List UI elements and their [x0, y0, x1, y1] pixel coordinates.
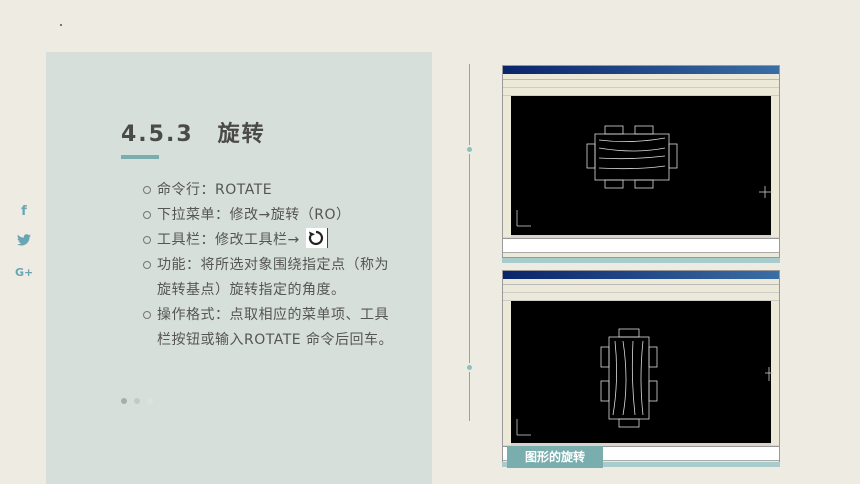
- timeline-dot: [465, 363, 474, 372]
- list-item: 功能：将所选对象围绕指定点（称为旋转基点）旋转指定的角度。: [143, 253, 403, 303]
- pager-dot-active[interactable]: [121, 398, 127, 404]
- page-title: 4.5.3 旋转: [121, 122, 266, 147]
- decorative-dot: [60, 24, 62, 26]
- timeline-dot: [465, 145, 474, 154]
- facebook-icon[interactable]: f: [17, 204, 31, 220]
- google-plus-icon[interactable]: G+: [15, 265, 33, 281]
- list-item: 操作格式：点取相应的菜单项、工具栏按钮或输入ROTATE 命令后回车。: [143, 303, 403, 353]
- rotate-icon: [305, 228, 328, 248]
- pager-dot[interactable]: [134, 398, 140, 404]
- list-item: 命令行：ROTATE: [143, 178, 403, 203]
- list-item: 下拉菜单：修改→旋转（RO）: [143, 203, 403, 228]
- cad-screenshot-before: [502, 65, 780, 258]
- pager-dot[interactable]: [147, 398, 153, 404]
- figure-caption: 图形的旋转: [507, 446, 603, 468]
- twitter-icon[interactable]: [17, 234, 31, 250]
- cad-screenshot-after: [502, 270, 780, 466]
- title-underline: [121, 155, 159, 159]
- screenshot-strip: [502, 258, 780, 263]
- bullet-list: 命令行：ROTATE 下拉菜单：修改→旋转（RO） 工具栏：修改工具栏→ 功能：…: [143, 178, 403, 353]
- list-item: 工具栏：修改工具栏→: [143, 228, 403, 253]
